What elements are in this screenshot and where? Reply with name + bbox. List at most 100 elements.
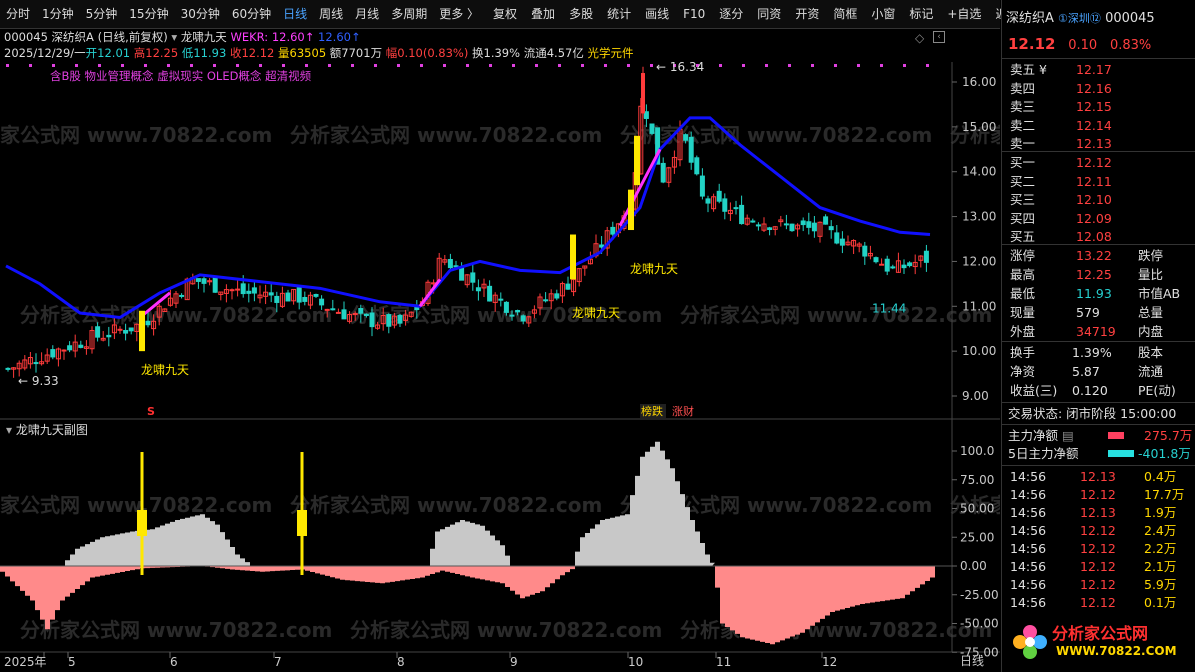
toolbar-item-7[interactable]: 周线 <box>313 0 349 28</box>
x-axis-label: 10 <box>628 655 643 669</box>
marker-bang[interactable]: 榜跌 <box>641 404 663 418</box>
candle-body <box>33 362 39 365</box>
logo-text: 分析家公式网 <box>1052 624 1149 643</box>
signal-candle <box>139 310 145 352</box>
candle-body <box>828 226 834 231</box>
concept[interactable]: 光学元件 <box>587 46 633 60</box>
top-dot <box>489 64 492 67</box>
toolbar-item-13[interactable]: 多股 <box>563 0 599 28</box>
top-dot <box>213 64 216 67</box>
top-dot <box>512 64 515 67</box>
stat-row: 换手 1.39% 股本 <box>1002 344 1195 362</box>
chart-canvas[interactable]: 分析家公式网 www.70822.com 分析家公式网 www.70822.com… <box>0 62 1000 672</box>
candle-body <box>839 238 845 246</box>
tick-row: 14:56 12.13 0.4万 <box>1002 468 1195 486</box>
collapse-icon[interactable]: ‹ <box>933 31 945 43</box>
toolbar-item-17[interactable]: 逐分 <box>713 0 749 28</box>
toolbar-item-19[interactable]: 开资 <box>789 0 825 28</box>
toolbar-item-1[interactable]: 1分钟 <box>36 0 80 28</box>
top-dot <box>29 64 32 67</box>
toolbar-item-5[interactable]: 60分钟 <box>226 0 277 28</box>
stat-value: 579 <box>1076 305 1100 320</box>
toolbar-item-9[interactable]: 多周期 <box>385 0 433 28</box>
candle-body <box>313 294 319 297</box>
candle-body <box>789 223 795 232</box>
candle-body <box>498 298 504 301</box>
chart-annotations: ← 16.34← 9.3311.44龙啸九天龙啸九天龙啸九天S 榜跌 涨财 <box>18 62 906 418</box>
toolbar-item-18[interactable]: 同资 <box>751 0 787 28</box>
candle-body <box>145 320 151 326</box>
bid-row: 买三 12.10 <box>1002 191 1195 209</box>
toolbar-item-2[interactable]: 5分钟 <box>80 0 124 28</box>
toolbar-item-0[interactable]: 分时 <box>0 0 36 28</box>
toolbar-item-3[interactable]: 15分钟 <box>123 0 174 28</box>
stat-value: 0.120 <box>1072 383 1108 398</box>
toolbar-item-15[interactable]: 画线 <box>639 0 675 28</box>
main-flow-bar <box>1108 432 1124 439</box>
ask-price: 12.15 <box>1076 99 1112 114</box>
stat-key: 现量 <box>1010 305 1036 320</box>
y-tick-label: 9.00 <box>962 389 989 403</box>
top-dot <box>742 64 745 67</box>
diamond-icon[interactable]: ◇ <box>915 31 924 45</box>
toolbar-item-12[interactable]: 叠加 <box>525 0 561 28</box>
candle-body <box>251 287 257 294</box>
toolbar-item-10[interactable]: 更多 〉 <box>433 0 485 28</box>
signal-candle <box>634 135 640 186</box>
tick-price: 12.13 <box>1080 505 1116 520</box>
indicator-name[interactable]: 龙啸九天 <box>181 30 227 44</box>
bid-label: 买三 <box>1010 192 1036 207</box>
bid-price: 12.12 <box>1076 155 1112 170</box>
top-dot <box>282 64 285 67</box>
signal-label: 龙啸九天 <box>141 363 189 377</box>
indicator-dropdown-icon[interactable]: ▾ <box>171 30 177 44</box>
flow5-value: -401.8万 <box>1138 446 1191 461</box>
candle-body <box>503 301 509 313</box>
bid-label: 买二 <box>1010 173 1036 189</box>
candle-body <box>447 258 453 269</box>
tick-price: 12.13 <box>1080 469 1116 484</box>
flow5-bar <box>1108 450 1134 457</box>
candle-body <box>705 198 711 204</box>
stat-value: 13.22 <box>1076 248 1112 263</box>
candle-body <box>873 257 879 263</box>
candle-body <box>240 283 246 295</box>
toolbar-item-4[interactable]: 30分钟 <box>175 0 226 28</box>
toolbar-item-22[interactable]: 标记 <box>903 0 939 28</box>
price-line: 12.12 0.10 0.83% <box>1008 35 1195 55</box>
quote-header: 深纺织A ①深圳⑫ 000045 <box>1006 10 1195 28</box>
watermark-text: 分析家公式网 www.70822.com <box>350 618 662 642</box>
recent-low-label: 11.44 <box>872 302 906 316</box>
ohlc-line: 2025/12/29/一开12.01 高12.25 低11.93 收12.12 … <box>4 45 633 61</box>
stat-value: 1.39% <box>1072 345 1112 360</box>
marker-cai[interactable]: 涨财 <box>672 404 694 418</box>
stat-value: 5.87 <box>1072 364 1100 379</box>
sub-chart-title[interactable]: ▾ 龙啸九天副图 <box>6 421 88 438</box>
sub-y-tick-label: -25.00 <box>960 588 999 602</box>
low-price-label: ← 9.33 <box>18 374 59 388</box>
candle-body <box>341 309 347 320</box>
x-axis-labels: 2025年 5 6 7 8 9 10 11 12 日线 <box>4 652 984 669</box>
ask-row: 卖三 12.15 <box>1002 98 1195 116</box>
toolbar-item-14[interactable]: 统计 <box>601 0 637 28</box>
toolbar-item-8[interactable]: 月线 <box>349 0 385 28</box>
tick-row: 14:56 12.12 5.9万 <box>1002 576 1195 594</box>
sub-dropdown-icon[interactable]: ▾ <box>6 423 12 437</box>
toolbar-item-23[interactable]: +自选 <box>941 0 987 28</box>
top-dot <box>75 64 78 67</box>
toolbar-item-11[interactable]: 复权 <box>487 0 523 28</box>
toolbar: 分时 1分钟 5分钟 15分钟 30分钟 60分钟 日线 周线 月线 多周期 更多 〉复权 叠加 多股统… <box>0 0 1019 29</box>
toolbar-item-20[interactable]: 简框 <box>827 0 863 28</box>
toolbar-item-21[interactable]: 小窗 <box>865 0 901 28</box>
toolbar-item-16[interactable]: F10 <box>677 0 711 28</box>
toolbar-item-6[interactable]: 日线 <box>277 0 313 28</box>
candle-body <box>363 313 369 316</box>
period-label[interactable]: 日线 <box>960 654 984 668</box>
tick-price: 12.12 <box>1080 523 1116 538</box>
tick-time: 14:56 <box>1010 505 1047 520</box>
sub-y-tick-label: 0.00 <box>960 559 987 573</box>
x-axis-label: 9 <box>510 655 518 669</box>
logo-url: WWW.70822.COM <box>1056 644 1177 658</box>
candle-body <box>179 294 185 297</box>
list-icon[interactable]: ▤ <box>1062 428 1074 443</box>
